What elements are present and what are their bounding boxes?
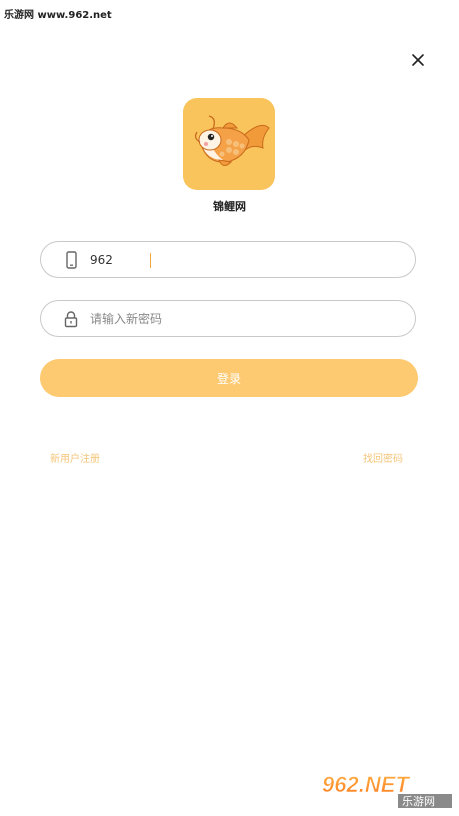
close-button[interactable] (408, 50, 428, 70)
forgot-password-link[interactable]: 找回密码 (363, 450, 403, 465)
password-input[interactable] (90, 307, 390, 331)
watermark-top-text: 962.NET (322, 772, 410, 797)
password-field[interactable] (40, 300, 416, 337)
watermark-text: 乐游网 www.962.net (4, 10, 112, 21)
app-name: 锦鲤网 (213, 200, 246, 213)
login-screen: 乐游网 www.962.net 锦鲤网 962 登录 新用户注册 找回密码 96… (0, 0, 459, 816)
login-button[interactable]: 登录 (40, 359, 418, 397)
close-icon (412, 54, 424, 66)
text-cursor (150, 253, 151, 268)
phone-field[interactable] (40, 241, 416, 278)
koi-fish-icon (194, 115, 270, 166)
site-watermark-logo: 962.NET 乐游网 (322, 772, 452, 808)
phone-icon (66, 251, 77, 269)
phone-input[interactable] (90, 248, 390, 272)
lock-icon (64, 311, 78, 328)
watermark-bottom-text: 乐游网 (402, 795, 435, 808)
app-logo (183, 98, 275, 190)
register-link[interactable]: 新用户注册 (50, 450, 100, 465)
